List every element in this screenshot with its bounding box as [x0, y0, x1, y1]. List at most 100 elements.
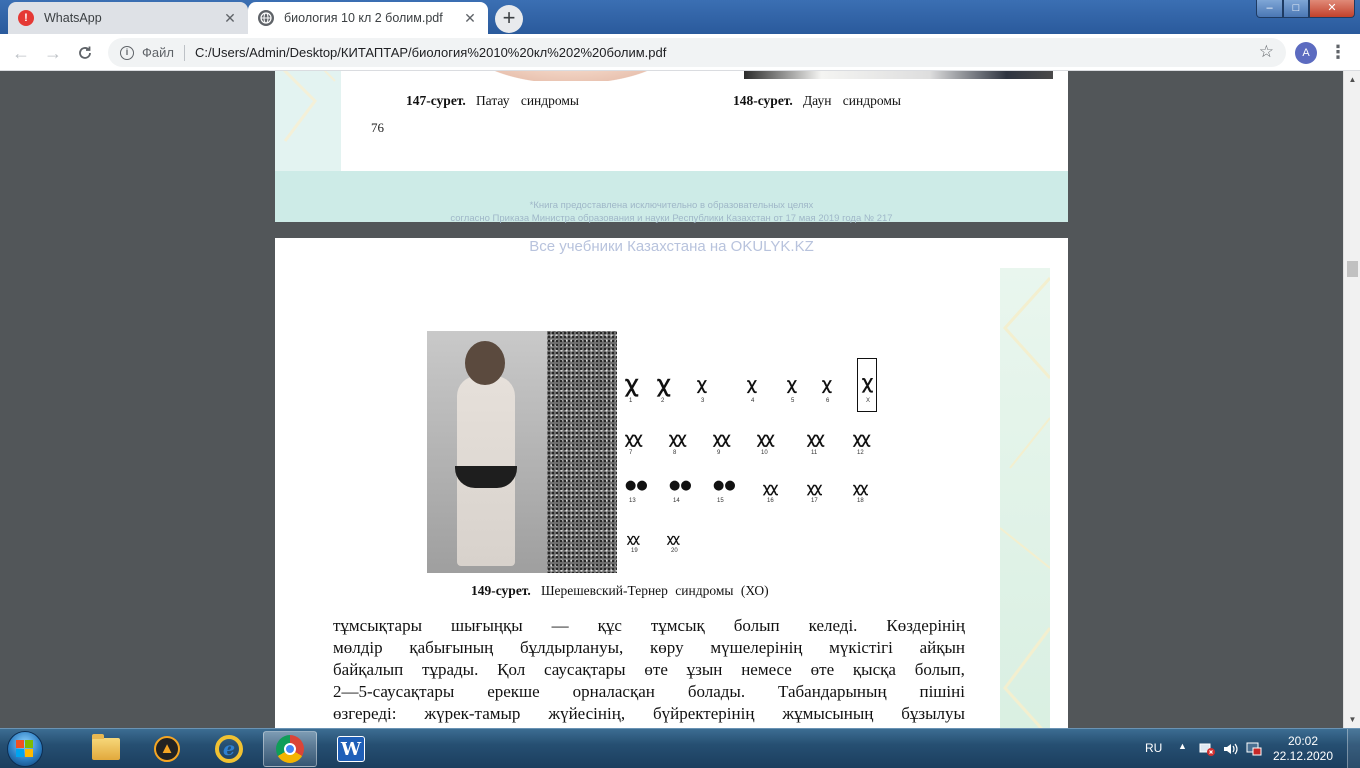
- show-desktop-button[interactable]: [1347, 729, 1360, 768]
- chromosome-pair: ●●: [713, 478, 736, 493]
- windows-taskbar: ▲ e W RU ▲ 20:02 22.12.2020: [0, 728, 1360, 768]
- caption-147: 147-сурет. Патау синдромы: [406, 93, 579, 108]
- page-number: 76: [371, 120, 384, 135]
- tab-title: биология 10 кл 2 болим.pdf: [284, 11, 443, 25]
- browser-toolbar: ← → i Файл C:/Users/Admin/Desktop/КИТАПТ…: [0, 34, 1360, 71]
- taskbar-aimp[interactable]: ▲: [140, 731, 194, 767]
- url-text[interactable]: C:/Users/Admin/Desktop/КИТАПТАР/биология…: [195, 45, 666, 60]
- new-tab-button[interactable]: +: [495, 5, 523, 33]
- pdf-page-76: 147-сурет. Патау синдромы 148-сурет. Дау…: [275, 71, 1068, 224]
- down-photo: [744, 71, 1053, 79]
- forward-button[interactable]: →: [40, 40, 66, 66]
- body-text: тұмсықтары шығыңқы — құс тұмсық болып келеді. К…: [333, 615, 965, 725]
- taskbar-explorer[interactable]: [79, 731, 133, 767]
- chromosome-label: X: [866, 398, 871, 404]
- chromosome-pair: ꭓꭓ: [853, 429, 870, 447]
- profile-avatar[interactable]: A: [1295, 42, 1317, 64]
- scroll-thumb[interactable]: [1347, 261, 1358, 277]
- chromosome-label: 4: [751, 398, 755, 404]
- taskbar-word[interactable]: W: [324, 731, 378, 767]
- globe-icon: [258, 10, 274, 26]
- patau-photo: [471, 71, 671, 81]
- reload-icon: [79, 46, 91, 59]
- figure-caption-149: 149-сурет. Шерешевский-Тернер синдромы (…: [471, 583, 769, 598]
- menu-dots-icon[interactable]: ⋮: [1328, 41, 1348, 65]
- volume-icon[interactable]: [1222, 742, 1238, 756]
- page-content: 147-сурет. Патау синдромы 148-сурет. Дау…: [341, 71, 1068, 171]
- chromosome-label: 18: [857, 498, 864, 504]
- windows-flag-icon: [16, 740, 34, 758]
- chromosome-pair: ꭓ: [787, 374, 796, 393]
- chromosome-label: 14: [673, 498, 680, 504]
- chromosome-pair: ꭓ: [747, 374, 756, 393]
- chromosome-label: 20: [671, 548, 678, 554]
- chromosome-label: 5: [791, 398, 795, 404]
- explorer-folder-icon: [92, 734, 120, 760]
- chromosome-label: 6: [826, 398, 830, 404]
- page-decor: [999, 268, 1052, 728]
- x-chromosome: ꭓ: [862, 372, 872, 393]
- figure-head: [465, 341, 505, 385]
- chromosome-label: 10: [761, 450, 768, 456]
- pdf-page-77: Все учебники Казахстана на OKULYK.KZ ꭓ ꭓ…: [275, 238, 1068, 728]
- network-error-icon[interactable]: [1199, 742, 1215, 756]
- language-indicator[interactable]: RU: [1145, 741, 1162, 768]
- text-line: 2—5-саусақтары ерекше орналасқан болады. Таб…: [333, 682, 965, 701]
- reload-button[interactable]: [72, 40, 98, 66]
- text-line: байқалып тұрады. Қол саусақтары өте ұзын немес…: [333, 660, 965, 679]
- chromosome-label: 8: [673, 450, 677, 456]
- chromosome-pair: ꭓ: [697, 374, 706, 393]
- scroll-down-arrow-icon[interactable]: ▼: [1344, 711, 1360, 728]
- show-hidden-icons-icon[interactable]: ▲: [1178, 741, 1187, 768]
- address-bar[interactable]: i Файл C:/Users/Admin/Desktop/КИТАПТАР/б…: [108, 38, 1286, 67]
- chromosome-label: 7: [629, 450, 633, 456]
- chromosome-label: 15: [717, 498, 724, 504]
- chromosome-label: 3: [701, 398, 705, 404]
- close-window-button[interactable]: ✕: [1309, 0, 1355, 18]
- chromosome-pair: ꭓꭓ: [807, 429, 824, 447]
- tab-whatsapp[interactable]: ! WhatsApp ✕: [8, 2, 248, 34]
- address-separator: [183, 44, 185, 61]
- text-line: өзгереді: жүрек-тамыр жүйесінің, бүйректері…: [333, 704, 965, 723]
- taskbar-chrome[interactable]: [263, 731, 317, 767]
- chromosome-pair: ꭓꭓ: [853, 481, 868, 496]
- chromosome-label: 9: [717, 450, 721, 456]
- chromosome-pair: ꭓꭓ: [669, 429, 686, 447]
- chromosome-pair: ꭓꭓ: [763, 481, 778, 496]
- girl-photo: [427, 331, 547, 573]
- chromosome-pair: ꭓꭓ: [807, 481, 822, 496]
- chromosome-pair: ꭓꭓ: [627, 532, 640, 545]
- chromosome-label: 11: [811, 450, 818, 456]
- bookmark-star-icon[interactable]: ☆: [1259, 42, 1274, 62]
- chromosome-pair: ●●: [669, 478, 692, 493]
- aimp-icon: ▲: [154, 736, 180, 762]
- chromosome-label: 1: [629, 398, 633, 404]
- maximize-button[interactable]: □: [1283, 0, 1309, 18]
- chromosome-pair: ꭓ: [822, 374, 831, 393]
- caption-148: 148-сурет. Даун синдромы: [733, 93, 901, 108]
- action-center-icon[interactable]: [1246, 742, 1262, 756]
- text-line: тұмсықтары шығыңқы — құс тұмсық болып келеді. К…: [333, 616, 965, 635]
- minimize-button[interactable]: –: [1256, 0, 1283, 18]
- chromosome-pair: ꭓꭓ: [757, 429, 774, 447]
- system-clock[interactable]: 20:02 22.12.2020: [1268, 734, 1338, 764]
- chromosome-pair: ꭓꭓ: [667, 532, 680, 545]
- figure-brief: [455, 466, 517, 488]
- tab-pdf[interactable]: биология 10 кл 2 болим.pdf ✕: [248, 2, 488, 34]
- scroll-up-arrow-icon[interactable]: ▲: [1344, 71, 1360, 88]
- back-button[interactable]: ←: [8, 40, 34, 66]
- tab-strip: ! WhatsApp ✕ биология 10 кл 2 болим.pdf …: [0, 0, 1360, 34]
- pdf-viewer[interactable]: 147-сурет. Патау синдромы 148-сурет. Дау…: [0, 71, 1343, 728]
- chrome-icon: [276, 735, 304, 763]
- chromosome-pair: ꭓ: [625, 372, 638, 397]
- close-tab-icon[interactable]: ✕: [222, 10, 238, 26]
- taskbar-ie[interactable]: e: [202, 731, 256, 767]
- info-icon[interactable]: i: [120, 45, 134, 60]
- chromosome-label: 13: [629, 498, 636, 504]
- close-tab-icon[interactable]: ✕: [462, 10, 478, 26]
- chromosome-label: 12: [857, 450, 864, 456]
- vertical-scrollbar[interactable]: ▲ ▼: [1343, 71, 1360, 728]
- word-icon: W: [337, 736, 365, 762]
- internet-explorer-icon: e: [215, 735, 243, 763]
- start-button[interactable]: [3, 730, 47, 768]
